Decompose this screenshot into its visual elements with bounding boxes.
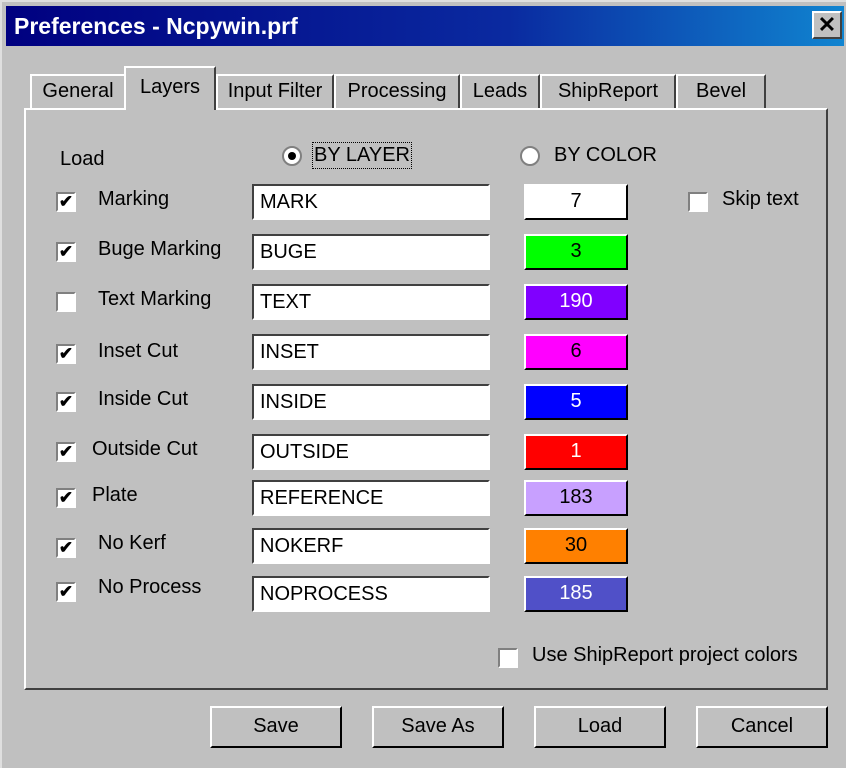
save-button[interactable]: Save — [210, 706, 342, 748]
title-bar[interactable]: Preferences - Ncpywin.prf ✕ — [6, 6, 844, 46]
load-button[interactable]: Load — [534, 706, 666, 748]
tab-leads[interactable]: Leads — [460, 74, 540, 108]
window-title: Preferences - Ncpywin.prf — [14, 13, 298, 39]
cancel-button[interactable]: Cancel — [696, 706, 828, 748]
close-icon[interactable]: ✕ — [812, 11, 842, 39]
layers-panel — [24, 108, 828, 690]
tab-shipreport[interactable]: ShipReport — [540, 74, 676, 108]
tab-layers[interactable]: Layers — [124, 66, 216, 110]
tab-bevel[interactable]: Bevel — [676, 74, 766, 108]
tab-processing[interactable]: Processing — [334, 74, 460, 108]
tab-input-filter[interactable]: Input Filter — [216, 74, 334, 108]
tab-general[interactable]: General — [30, 74, 126, 108]
save-as-button[interactable]: Save As — [372, 706, 504, 748]
preferences-dialog: Preferences - Ncpywin.prf ✕ General Laye… — [0, 0, 846, 768]
